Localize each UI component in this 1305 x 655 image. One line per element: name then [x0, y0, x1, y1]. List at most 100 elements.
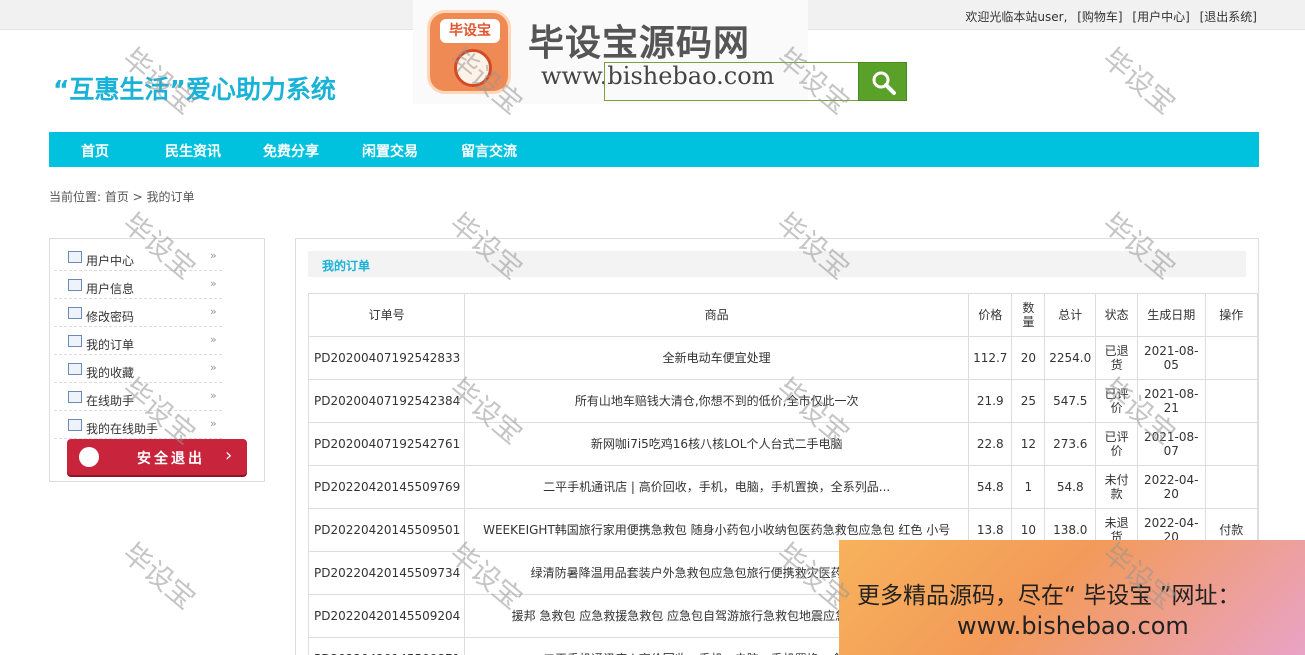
main-nav: 首页 民生资讯 免费分享 闲置交易 留言交流: [49, 132, 1259, 167]
order-number: PD20200407192542761: [307, 422, 466, 466]
watermark: 毕设宝: [116, 536, 202, 616]
sidebar-item-label: 我的订单: [86, 338, 135, 352]
table-row: PD20200407192542384 所有山地车赔钱大清仓,你想不到的低价,全…: [307, 379, 1258, 423]
user-center-link[interactable]: [用户中心]: [1132, 10, 1189, 24]
sidebar-item-user-info[interactable]: 用户信息 »: [54, 271, 222, 299]
sidebar-item-assistant[interactable]: 在线助手 »: [54, 383, 222, 411]
document-icon: [68, 391, 82, 403]
date: 2022-04-20: [1136, 465, 1206, 509]
nav-news[interactable]: 民生资讯: [165, 141, 221, 161]
col-header: 生成日期: [1136, 293, 1206, 337]
sidebar: 用户中心 » 用户信息 » 修改密码 » 我的订单 » 我的收藏 » 在线助手 …: [49, 238, 265, 482]
user-card-icon: [68, 251, 82, 263]
order-number: PD20220420145509501: [307, 508, 466, 552]
logout-link[interactable]: [退出系统]: [1200, 10, 1257, 24]
arrow-icon: »: [210, 389, 217, 402]
nav-messages[interactable]: 留言交流: [461, 141, 517, 161]
document-icon: [68, 419, 82, 431]
order-number: PD20220420145509769: [307, 465, 466, 509]
badge-text: 毕设宝: [440, 19, 500, 43]
price: 22.8: [968, 422, 1013, 466]
top-links: 欢迎光临本站user, [购物车] [用户中心] [退出系统]: [959, 8, 1257, 25]
banner-title: 毕设宝源码网: [528, 23, 751, 64]
search-icon: [872, 71, 896, 95]
arrow-icon: »: [210, 417, 217, 430]
sidebar-item-user-center[interactable]: 用户中心 »: [54, 243, 222, 271]
status: 未付款: [1095, 465, 1138, 509]
logo-badge-icon: 毕设宝: [427, 10, 511, 94]
status: 已退货: [1095, 336, 1138, 380]
sidebar-item-label: 用户信息: [86, 282, 135, 296]
promo-line-1: 更多精品源码，尽在“ 毕设宝 ”网址：: [857, 583, 1241, 609]
order-number: PD20220420145509204: [307, 594, 466, 638]
order-number: PD20220420145509734: [307, 551, 466, 595]
col-header: 操作: [1204, 293, 1258, 337]
col-header: 订单号: [307, 293, 466, 337]
document-icon: [68, 335, 82, 347]
sidebar-item-my-assistant[interactable]: 我的在线助手 »: [54, 411, 222, 439]
user-card-icon: [68, 279, 82, 291]
total: 273.6: [1044, 422, 1097, 466]
col-header: 数量: [1011, 293, 1046, 337]
arrow-icon: »: [210, 305, 217, 318]
action: [1204, 422, 1258, 466]
sidebar-item-password[interactable]: 修改密码 »: [54, 299, 222, 327]
watermark: 毕设宝: [1096, 41, 1182, 121]
quantity: 12: [1011, 422, 1046, 466]
arrow-icon: »: [210, 249, 217, 262]
sidebar-item-favorites[interactable]: 我的收藏 »: [54, 355, 222, 383]
price: 21.9: [968, 379, 1013, 423]
search-input[interactable]: [604, 62, 859, 101]
sidebar-item-label: 用户中心: [86, 254, 135, 268]
sidebar-item-label: 我的收藏: [86, 366, 135, 380]
promo-banner: 更多精品源码，尽在“ 毕设宝 ”网址： www.bishebao.com: [839, 540, 1305, 655]
welcome-text: 欢迎光临本站user,: [965, 10, 1068, 24]
total: 547.5: [1044, 379, 1097, 423]
sidebar-item-label: 我的在线助手: [86, 422, 159, 436]
nav-share[interactable]: 免费分享: [263, 141, 319, 161]
nav-home[interactable]: 首页: [81, 141, 109, 161]
user-icon: [79, 447, 99, 467]
document-icon: [68, 307, 82, 319]
cart-link[interactable]: [购物车]: [1077, 10, 1122, 24]
col-header: 商品: [464, 293, 970, 337]
product-name: 新网咖i7i5吃鸡16核八核LOL个人台式二手电脑: [464, 422, 970, 466]
sidebar-item-orders[interactable]: 我的订单 »: [54, 327, 222, 355]
sidebar-item-label: 在线助手: [86, 394, 135, 408]
safe-logout-button[interactable]: 安全退出 ›: [67, 439, 247, 475]
price: 112.7: [968, 336, 1013, 380]
mascot-icon: [454, 49, 492, 87]
breadcrumb: 当前位置: 首页 > 我的订单: [49, 190, 195, 204]
date: 2021-08-21: [1136, 379, 1206, 423]
total: 2254.0: [1044, 336, 1097, 380]
date: 2021-08-05: [1136, 336, 1206, 380]
order-number: PD20200407192542384: [307, 379, 466, 423]
action: [1204, 379, 1258, 423]
product-name: 二平手机通讯店 | 高价回收，手机，电脑，手机置换，全系列品...: [464, 465, 970, 509]
product-name: 所有山地车赔钱大清仓,你想不到的低价,全市仅此一次: [464, 379, 970, 423]
panel-title: 我的订单: [322, 259, 371, 273]
site-title: “互惠生活”爱心助力系统: [53, 75, 336, 104]
search-button[interactable]: [858, 62, 907, 101]
arrow-icon: »: [210, 277, 217, 290]
promo-line-2: www.bishebao.com: [957, 612, 1189, 640]
panel-header: 我的订单: [308, 251, 1246, 277]
action: [1204, 336, 1258, 380]
date: 2021-08-07: [1136, 422, 1206, 466]
col-header: 价格: [968, 293, 1013, 337]
price: 54.8: [968, 465, 1013, 509]
quantity: 20: [1011, 336, 1046, 380]
order-number: PD20220420145509871: [307, 637, 466, 655]
table-row: PD20200407192542833 全新电动车便宜处理 112.7 20 2…: [307, 336, 1258, 380]
quantity: 25: [1011, 379, 1046, 423]
nav-trade[interactable]: 闲置交易: [362, 141, 418, 161]
table-row: PD20200407192542761 新网咖i7i5吃鸡16核八核LOL个人台…: [307, 422, 1258, 466]
product-name: 全新电动车便宜处理: [464, 336, 970, 380]
status: 已评价: [1095, 422, 1138, 466]
action: [1204, 465, 1258, 509]
col-header: 状态: [1095, 293, 1138, 337]
chevron-right-icon: ›: [225, 445, 233, 466]
table-row: PD20220420145509769 二平手机通讯店 | 高价回收，手机，电脑…: [307, 465, 1258, 509]
table-header-row: 订单号 商品 价格 数量 总计 状态 生成日期 操作: [307, 293, 1258, 337]
arrow-icon: »: [210, 333, 217, 346]
